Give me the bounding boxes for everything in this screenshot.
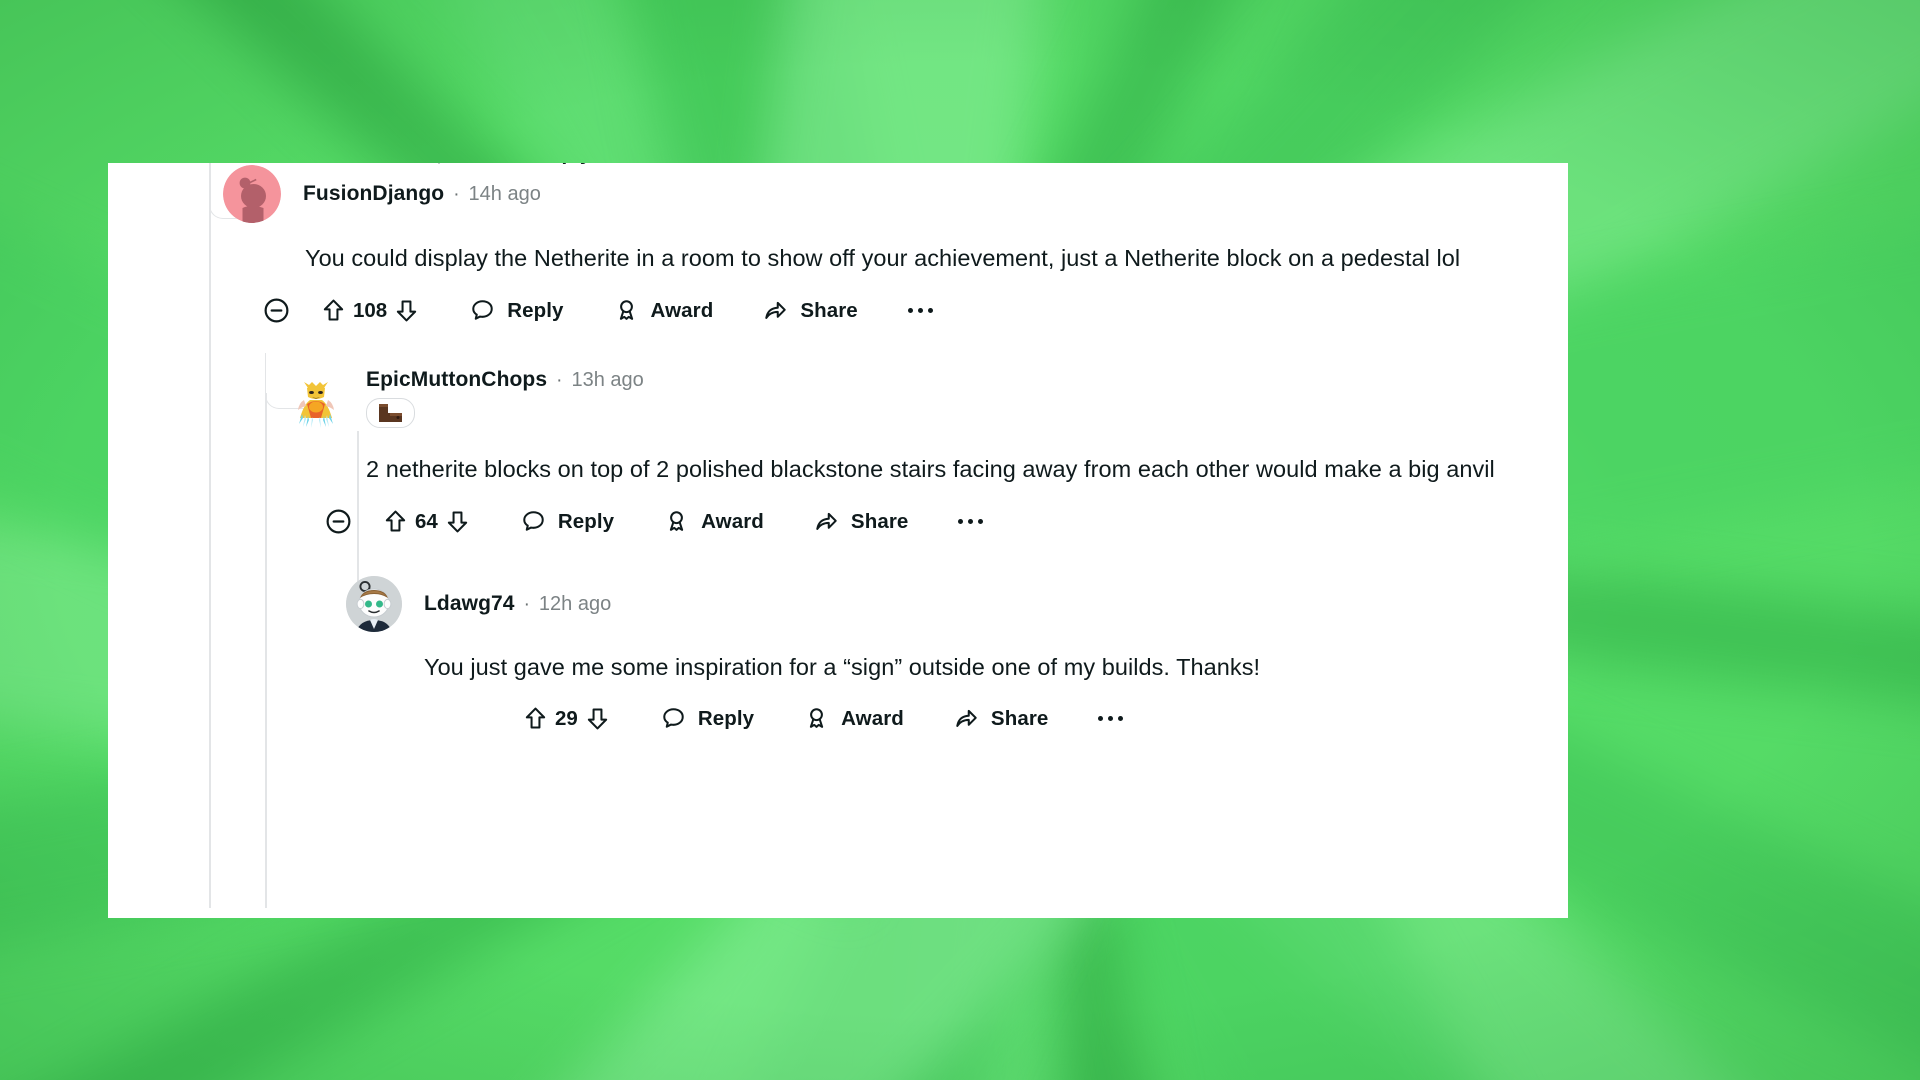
upvote-icon[interactable] — [522, 705, 549, 732]
collapse-minus-circle-icon — [326, 509, 351, 534]
user-flair-badge[interactable] — [366, 398, 415, 428]
overflow-menu-button[interactable] — [907, 308, 933, 313]
netherite-block-flair-icon — [379, 404, 402, 422]
vote-count: 64 — [415, 509, 438, 533]
header-separator: · — [453, 183, 460, 205]
share-label: Share — [850, 509, 909, 533]
reply-label: Reply — [507, 298, 564, 322]
vote-group: 29 — [522, 705, 611, 732]
comment-bubble-icon — [663, 708, 684, 728]
dot — [968, 519, 974, 524]
share-label: Share — [800, 298, 858, 322]
award-label: Award — [650, 298, 714, 322]
award-button[interactable]: Award — [663, 508, 764, 535]
share-button[interactable]: Share — [813, 508, 908, 535]
avatar[interactable] — [288, 374, 344, 430]
dot — [978, 519, 984, 524]
downvote-icon[interactable] — [584, 705, 611, 732]
award-ribbon-icon — [810, 708, 824, 728]
comment-action-bar: 108 Reply Award Share — [262, 296, 1505, 325]
snoo-brownhair-avatar-icon — [346, 576, 402, 632]
vote-group: 108 — [320, 297, 420, 324]
share-arrow-icon — [956, 709, 977, 727]
reply-label: Reply — [697, 706, 755, 730]
vote-group: 64 — [382, 508, 471, 535]
downvote-icon[interactable] — [393, 297, 420, 324]
upvote-icon[interactable] — [382, 508, 409, 535]
overflow-menu-button[interactable] — [1098, 716, 1124, 721]
reply-button[interactable]: Reply — [469, 297, 563, 324]
comment-action-bar: 29 Reply Award Share — [522, 705, 1568, 732]
comment-timestamp: 12h ago — [538, 592, 612, 615]
reply-button[interactable]: Reply — [520, 508, 614, 535]
upvote-icon[interactable] — [320, 297, 347, 324]
comment-username[interactable]: FusionDjango — [303, 182, 444, 206]
share-arrow-icon — [765, 301, 787, 319]
comment-username[interactable]: Ldawg74 — [424, 592, 515, 616]
dot — [927, 308, 933, 313]
header-separator: · — [523, 593, 530, 615]
comment-epicmuttonchops: EpicMuttonChops · 13h ago 2 netherite bl… — [288, 368, 1546, 536]
comment-header: FusionDjango · 14h ago — [223, 165, 1505, 223]
share-button[interactable]: Share — [953, 705, 1048, 732]
award-button[interactable]: Award — [613, 297, 714, 324]
comment-body: You could display the Netherite in a roo… — [305, 245, 1461, 271]
comment-header: EpicMuttonChops · 13h ago — [288, 368, 1546, 430]
comment-bubble-icon — [472, 300, 493, 320]
comment-ldawg74: Ldawg74 · 12h ago You just gave me some … — [346, 576, 1568, 732]
comment-bubble-icon — [523, 511, 544, 531]
comment-header: Ldawg74 · 12h ago — [346, 576, 1568, 632]
dot — [907, 308, 913, 313]
award-ribbon-icon — [670, 511, 684, 531]
award-ribbon-icon — [619, 300, 633, 320]
collapse-minus-circle-icon — [264, 298, 289, 323]
comment-action-bar: 64 Reply Award Share — [324, 507, 1546, 536]
collapse-button[interactable] — [262, 296, 291, 325]
dot — [917, 308, 923, 313]
share-button[interactable]: Share — [762, 297, 858, 324]
dot — [958, 519, 964, 524]
header-separator: · — [556, 369, 563, 391]
comment-fusiondjango: FusionDjango · 14h ago You could display… — [223, 165, 1505, 325]
downvote-icon[interactable] — [444, 508, 471, 535]
reply-label: Reply — [557, 509, 615, 533]
award-label: Award — [701, 509, 764, 533]
thread-line-depth0[interactable] — [209, 163, 211, 908]
award-label: Award — [841, 706, 904, 730]
comment-body: You just gave me some inspiration for a … — [424, 654, 1261, 680]
share-label: Share — [990, 706, 1049, 730]
snoo-pink-avatar-icon — [223, 165, 281, 223]
vote-count: 29 — [555, 706, 578, 730]
dot — [1118, 716, 1124, 721]
reply-button[interactable]: Reply — [660, 705, 754, 732]
thread-line-depth1[interactable] — [265, 393, 267, 908]
avatar[interactable] — [223, 165, 281, 223]
share-arrow-icon — [816, 512, 837, 530]
comment-thread-card: 117 Reply Award Share — [108, 163, 1568, 918]
dot — [1098, 716, 1104, 721]
collapse-button[interactable] — [324, 507, 353, 536]
comment-timestamp: 13h ago — [571, 368, 644, 391]
avatar[interactable] — [346, 576, 402, 632]
comment-timestamp: 14h ago — [468, 182, 541, 205]
overflow-menu-button[interactable] — [958, 519, 984, 524]
dot — [1108, 716, 1114, 721]
wolverine-avatar-icon — [298, 382, 334, 428]
vote-count: 108 — [353, 298, 388, 322]
award-button[interactable]: Award — [803, 705, 904, 732]
comment-username[interactable]: EpicMuttonChops — [366, 368, 547, 392]
comment-body: 2 netherite blocks on top of 2 polished … — [366, 456, 1495, 482]
